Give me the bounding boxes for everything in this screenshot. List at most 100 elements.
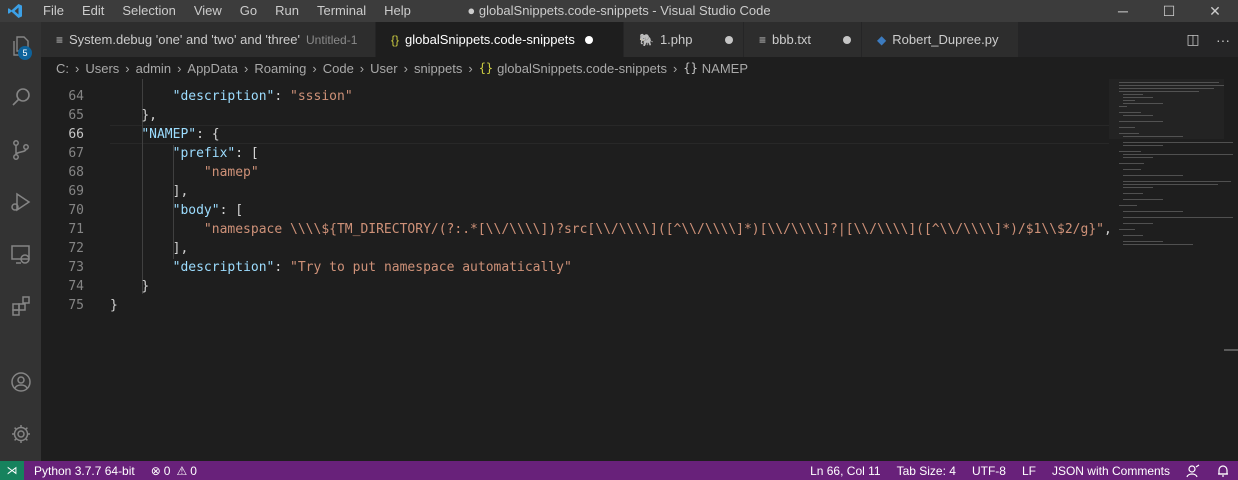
language-mode[interactable]: JSON with Comments <box>1044 464 1178 478</box>
cursor-position[interactable]: Ln 66, Col 11 <box>802 464 889 478</box>
search-icon[interactable] <box>0 78 41 118</box>
run-debug-icon[interactable] <box>0 182 41 222</box>
more-actions-icon[interactable]: ··· <box>1208 32 1238 48</box>
tab-size[interactable]: Tab Size: 4 <box>889 464 964 478</box>
chevron-right-icon: › <box>75 60 80 76</box>
breadcrumb-file[interactable]: globalSnippets.code-snippets <box>497 61 667 76</box>
line-code: "namespace \\\\${TM_DIRECTORY/(?:.*[\\/\… <box>110 220 1109 239</box>
token-str: "namespace \\\\${TM_DIRECTORY/(?:.*[\\/\… <box>203 222 1104 237</box>
accounts-icon[interactable] <box>0 362 41 402</box>
tab-1-php[interactable]: 🐘 1.php <box>624 22 744 57</box>
token-rest: : <box>274 89 291 104</box>
unsaved-dot-icon[interactable] <box>843 35 851 44</box>
menu-selection[interactable]: Selection <box>113 0 184 22</box>
menu-run[interactable]: Run <box>266 0 308 22</box>
source-control-icon[interactable] <box>0 130 41 170</box>
tab-description: Untitled-1 <box>306 32 358 47</box>
breadcrumb-item[interactable]: snippets <box>414 61 462 76</box>
tab-label: System.debug 'one' and 'two' and 'three' <box>69 32 301 47</box>
menu-help[interactable]: Help <box>375 0 420 22</box>
code-line[interactable]: 70 "body": [ <box>41 201 1109 220</box>
line-code: } <box>110 296 118 315</box>
remote-indicator-icon[interactable]: ⋊ <box>0 461 24 480</box>
code-line[interactable]: 68 "namep" <box>41 163 1109 182</box>
line-code: "NAMEP": { <box>110 125 219 144</box>
breadcrumb-item[interactable]: Users <box>85 61 119 76</box>
line-number: 71 <box>68 222 84 237</box>
breadcrumb-item[interactable]: Roaming <box>254 61 306 76</box>
token-rest: } <box>141 279 150 294</box>
token-key: "description" <box>172 89 275 104</box>
text-file-icon: ≡ <box>759 32 767 47</box>
breadcrumb-item[interactable]: admin <box>136 61 171 76</box>
extensions-icon[interactable] <box>0 286 41 326</box>
breadcrumb-item[interactable]: Code <box>323 61 354 76</box>
chevron-right-icon: › <box>125 60 130 76</box>
end-of-line[interactable]: LF <box>1014 464 1044 478</box>
menu-file[interactable]: File <box>34 0 73 22</box>
activity-bar: 5 <box>0 22 41 461</box>
code-editor[interactable]: 64 "description": "sssion" 65 }, 66 "NAMEP… <box>41 79 1109 461</box>
code-line[interactable]: 65 }, <box>41 106 1109 125</box>
breadcrumb-item[interactable]: AppData <box>187 61 238 76</box>
token-key: "prefix" <box>172 146 236 161</box>
line-number: 73 <box>68 260 84 275</box>
breadcrumb-symbol[interactable]: NAMEP <box>702 61 748 76</box>
chevron-right-icon: › <box>403 60 408 76</box>
unsaved-dot-icon[interactable] <box>725 35 733 44</box>
unsaved-dot-icon[interactable] <box>584 35 593 44</box>
chevron-right-icon: › <box>312 60 317 76</box>
tab-untitled-1[interactable]: ≡ System.debug 'one' and 'two' and 'thre… <box>41 22 376 57</box>
line-code: "namep" <box>110 163 259 182</box>
line-number: 69 <box>68 184 84 199</box>
python-interpreter[interactable]: Python 3.7.7 64-bit <box>24 464 143 478</box>
menu-go[interactable]: Go <box>231 0 266 22</box>
code-line[interactable]: 66 "NAMEP": { <box>41 125 1109 144</box>
token-rest: : <box>274 260 291 275</box>
explorer-icon[interactable]: 5 <box>0 26 41 66</box>
code-line[interactable]: 74 } <box>41 277 1109 296</box>
menu-view[interactable]: View <box>185 0 231 22</box>
tab-label: bbb.txt <box>772 32 812 47</box>
error-count: 0 <box>163 463 171 478</box>
vscode-logo-icon <box>4 0 26 22</box>
problems-indicator[interactable]: ⊗ 0 ⚠ 0 <box>143 464 205 478</box>
line-code: "description": "sssion" <box>110 87 353 106</box>
feedback-icon[interactable] <box>1178 464 1208 478</box>
line-number: 65 <box>68 108 84 123</box>
tab-bbb-txt[interactable]: ≡ bbb.txt <box>744 22 862 57</box>
encoding[interactable]: UTF-8 <box>964 464 1014 478</box>
line-code: }, <box>110 106 157 125</box>
menu-bar: File Edit Selection View Go Run Terminal… <box>34 0 420 22</box>
code-line[interactable]: 75} <box>41 296 1109 315</box>
remote-explorer-icon[interactable] <box>0 234 41 274</box>
breadcrumb-item[interactable]: C: <box>56 61 69 76</box>
editor-tab-bar: ≡ System.debug 'one' and 'two' and 'thre… <box>41 22 1238 57</box>
php-file-icon: 🐘 <box>639 32 654 47</box>
code-line[interactable]: 64 "description": "sssion" <box>41 87 1109 106</box>
breadcrumb-item[interactable]: User <box>370 61 397 76</box>
code-line[interactable]: 72 ], <box>41 239 1109 258</box>
tab-robert-dupree-py[interactable]: ◆ Robert_Dupree.py <box>862 22 1019 57</box>
code-line[interactable]: 71 "namespace \\\\${TM_DIRECTORY/(?:.*[\… <box>41 220 1109 239</box>
line-code: "prefix": [ <box>110 144 259 163</box>
tab-global-snippets[interactable]: {} globalSnippets.code-snippets <box>376 22 624 57</box>
close-window-button[interactable]: ✕ <box>1192 0 1238 22</box>
token-str: "sssion" <box>290 89 353 104</box>
code-line[interactable]: 67 "prefix": [ <box>41 144 1109 163</box>
code-line[interactable]: 69 ], <box>41 182 1109 201</box>
minimap[interactable] <box>1109 79 1238 461</box>
minimize-button[interactable]: ─ <box>1100 0 1146 22</box>
split-editor-icon[interactable]: ◫ <box>1178 31 1208 48</box>
warning-count: 0 <box>190 463 197 478</box>
maximize-button[interactable]: ☐ <box>1146 0 1192 22</box>
code-line[interactable]: 73 "description": "Try to put namespace … <box>41 258 1109 277</box>
notifications-bell-icon[interactable] <box>1208 464 1238 478</box>
menu-edit[interactable]: Edit <box>73 0 113 22</box>
gear-icon[interactable] <box>0 414 41 454</box>
chevron-right-icon: › <box>177 60 182 76</box>
menu-terminal[interactable]: Terminal <box>308 0 375 22</box>
python-file-icon: ◆ <box>877 32 887 47</box>
